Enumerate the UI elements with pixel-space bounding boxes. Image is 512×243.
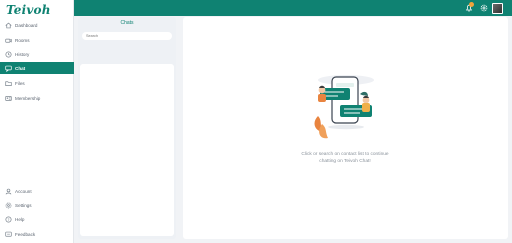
- sidebar-item-chat[interactable]: Chat: [0, 62, 74, 74]
- contact-list[interactable]: [80, 64, 174, 236]
- app-logo[interactable]: Teivoh: [6, 3, 51, 17]
- sidebar-item-label: Feedback: [15, 231, 36, 237]
- empty-state-line-2: chatting on Teivoh Chat!: [319, 159, 371, 164]
- sidebar-item-rooms[interactable]: Rooms: [0, 34, 74, 46]
- sidebar-item-membership[interactable]: Membership: [0, 92, 74, 104]
- top-bar: [74, 0, 512, 16]
- sidebar-item-label: Rooms: [15, 37, 30, 43]
- chats-panel: Chats: [78, 17, 176, 239]
- sidebar-item-settings[interactable]: Settings: [0, 199, 74, 211]
- help-icon: ?: [5, 215, 12, 223]
- avatar[interactable]: [492, 3, 503, 14]
- sidebar-item-label: History: [15, 51, 30, 57]
- feedback-icon: [5, 231, 12, 238]
- chats-title: Chats: [120, 20, 134, 26]
- sidebar-item-label: Settings: [15, 202, 32, 208]
- gear-icon: [5, 202, 12, 209]
- sidebar-item-label: Membership: [15, 95, 41, 101]
- home-icon: [5, 22, 12, 29]
- folder-icon: [5, 80, 12, 87]
- chat-main-area: Click or search on contact list to conti…: [183, 17, 508, 239]
- sidebar: Teivoh Dashboard Rooms History Chat File…: [0, 0, 74, 243]
- chat-illustration: [310, 70, 380, 155]
- notification-badge: [469, 2, 474, 7]
- sidebar-item-label: Chat: [15, 65, 26, 71]
- sidebar-item-files[interactable]: Files: [0, 77, 74, 89]
- sidebar-item-help[interactable]: ? Help: [0, 213, 74, 225]
- svg-text:?: ?: [7, 216, 9, 221]
- user-icon: [5, 188, 12, 195]
- empty-state-line-1: Click or search on contact list to conti…: [301, 152, 389, 157]
- sidebar-item-label: Account: [15, 188, 32, 194]
- history-icon: [5, 50, 12, 58]
- sidebar-item-label: Dashboard: [15, 22, 38, 28]
- sidebar-item-feedback[interactable]: Feedback: [0, 228, 74, 240]
- membership-icon: [5, 95, 12, 102]
- settings-icon[interactable]: [479, 3, 489, 13]
- sidebar-item-label: Help: [15, 216, 25, 222]
- sidebar-item-dashboard[interactable]: Dashboard: [0, 19, 74, 31]
- search-input[interactable]: [82, 32, 172, 40]
- sidebar-item-label: Files: [15, 80, 25, 86]
- chat-icon: [5, 65, 12, 72]
- video-icon: [5, 37, 12, 44]
- sidebar-item-history[interactable]: History: [0, 48, 74, 60]
- sidebar-item-account[interactable]: Account: [0, 185, 74, 197]
- empty-state-message: Click or search on contact list to conti…: [295, 151, 395, 165]
